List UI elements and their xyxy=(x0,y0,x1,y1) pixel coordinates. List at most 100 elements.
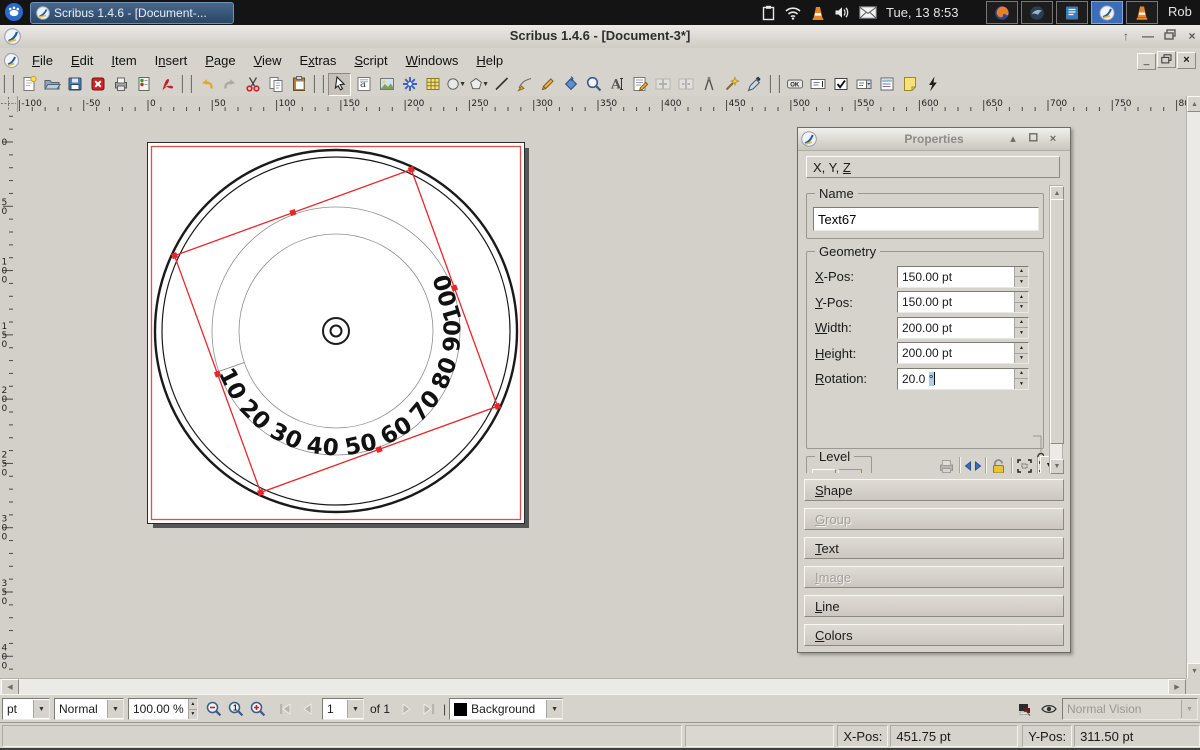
section-text[interactable]: Text xyxy=(804,537,1064,559)
horizontal-scrollbar[interactable]: ◀ ▶ xyxy=(0,678,1186,695)
zoom-in-button[interactable] xyxy=(248,699,268,719)
preview-mode-eye-icon[interactable] xyxy=(1039,699,1059,719)
toolbar-handle[interactable] xyxy=(769,75,780,93)
preflight-verifier-button[interactable] xyxy=(133,74,154,95)
paste-button[interactable] xyxy=(288,74,309,95)
zoom-tool-button[interactable] xyxy=(583,74,604,95)
palette-restore-button[interactable] xyxy=(1026,132,1040,146)
undo-button[interactable] xyxy=(196,74,217,95)
spin-buttons[interactable]: ▲▼ xyxy=(1014,369,1028,389)
copy-item-properties-button[interactable] xyxy=(721,74,742,95)
xpos-spinner[interactable]: 150.00 pt▲▼ xyxy=(897,266,1029,288)
properties-titlebar[interactable]: Properties ▴ × xyxy=(798,128,1070,151)
lock-object-icon[interactable] xyxy=(988,456,1009,473)
zoom-100-button[interactable]: 1 xyxy=(226,699,246,719)
more-options-dropdown[interactable]: ▼ xyxy=(1040,456,1049,473)
clock[interactable]: Tue, 13 8:53 xyxy=(886,5,959,20)
spin-buttons[interactable]: ▲▼ xyxy=(1014,267,1028,287)
height-spinner[interactable]: 200.00 pt▲▼ xyxy=(897,342,1029,364)
scroll-left-button[interactable]: ◀ xyxy=(1,679,19,695)
mdi-restore-button[interactable] xyxy=(1157,51,1176,68)
page-number-select[interactable]: 1 ▼ xyxy=(322,698,364,720)
firefox-launcher[interactable] xyxy=(986,1,1018,24)
horizontal-ruler[interactable]: -100-50050100150200250300350400450500550… xyxy=(0,96,1200,113)
pdf-list-box-button[interactable] xyxy=(876,74,897,95)
menu-page[interactable]: Page xyxy=(196,50,244,71)
scribus-launcher[interactable] xyxy=(1091,1,1123,24)
thunderbird-launcher[interactable] xyxy=(1021,1,1053,24)
toolbar-handle[interactable] xyxy=(181,75,192,93)
pdf-check-box-button[interactable] xyxy=(830,74,851,95)
edit-contents-button[interactable]: A xyxy=(606,74,627,95)
mdi-minimize-button[interactable]: _ xyxy=(1137,51,1156,70)
menu-script[interactable]: Script xyxy=(345,50,396,71)
story-editor-button[interactable] xyxy=(629,74,650,95)
printing-enabled-icon[interactable] xyxy=(936,456,957,473)
restore-window-button[interactable] xyxy=(1162,29,1178,44)
section-line[interactable]: Line xyxy=(804,595,1064,617)
insert-polygon-button[interactable]: ▼ xyxy=(468,74,489,95)
menu-insert[interactable]: Insert xyxy=(146,50,197,71)
rotate-item-button[interactable] xyxy=(560,74,581,95)
scroll-up-button[interactable]: ▲ xyxy=(1187,96,1200,112)
text-editor-launcher[interactable] xyxy=(1056,1,1088,24)
rotation-spinner[interactable]: 20.0 °▲▼ xyxy=(897,368,1029,390)
insert-text-frame-button[interactable]: a xyxy=(353,74,374,95)
next-page-button[interactable] xyxy=(397,699,417,719)
taskbar-scribus-task[interactable]: Scribus 1.4.6 - [Document-... xyxy=(30,2,234,24)
menu-help[interactable]: Help xyxy=(467,50,512,71)
select-item-button[interactable] xyxy=(328,73,351,96)
vlc-launcher[interactable] xyxy=(1126,1,1158,24)
first-page-button[interactable] xyxy=(275,699,295,719)
shade-window-button[interactable]: ↑ xyxy=(1118,29,1134,44)
measurements-button[interactable] xyxy=(698,74,719,95)
mdi-close-button[interactable]: × xyxy=(1177,51,1196,69)
scroll-down-button[interactable]: ▼ xyxy=(1187,663,1200,679)
flip-horizontal-icon[interactable] xyxy=(962,456,983,473)
palette-close-button[interactable]: × xyxy=(1046,132,1060,146)
section-shape[interactable]: Shape xyxy=(804,479,1064,501)
desktop-menu-icon[interactable] xyxy=(4,2,24,25)
ruler-origin-box[interactable] xyxy=(0,96,18,113)
scroll-right-button[interactable]: ▶ xyxy=(1168,679,1186,695)
window-titlebar[interactable]: Scribus 1.4.6 - [Document-3*] ↑ — × xyxy=(0,25,1200,49)
dropdown-arrow-icon[interactable]: ▼ xyxy=(482,81,489,88)
insert-image-frame-button[interactable] xyxy=(376,74,397,95)
insert-freehand-line-button[interactable] xyxy=(537,74,558,95)
menu-item[interactable]: Item xyxy=(102,50,145,71)
pdf-combo-box-button[interactable] xyxy=(853,74,874,95)
close-window-button[interactable]: × xyxy=(1184,29,1200,44)
new-document-button[interactable] xyxy=(18,74,39,95)
spin-buttons[interactable]: ▲▼ xyxy=(1014,292,1028,312)
properties-palette[interactable]: Properties ▴ × X, Y, Z Name Geometry X-P… xyxy=(797,127,1071,653)
palette-scroll-thumb[interactable] xyxy=(1050,199,1064,444)
unit-select[interactable]: pt ▼ xyxy=(2,698,50,720)
palette-scroll-down[interactable]: ▼ xyxy=(1050,459,1064,474)
volume-icon[interactable] xyxy=(834,5,850,20)
toolbar-handle[interactable] xyxy=(313,75,324,93)
cut-button[interactable] xyxy=(242,74,263,95)
width-spinner[interactable]: 200.00 pt▲▼ xyxy=(897,317,1029,339)
pdf-push-button-button[interactable]: OK xyxy=(784,74,805,95)
pdf-link-annotation-button[interactable] xyxy=(922,74,943,95)
object-name-input[interactable] xyxy=(813,207,1039,231)
document-page[interactable]: 102030405060708090100 xyxy=(147,142,525,524)
save-document-button[interactable] xyxy=(64,74,85,95)
pdf-text-annotation-button[interactable] xyxy=(899,74,920,95)
mail-icon[interactable] xyxy=(859,6,877,19)
vertical-ruler[interactable]: 050100150200250300350400 xyxy=(0,112,15,678)
quality-select[interactable]: Normal ▼ xyxy=(54,698,124,720)
export-pdf-button[interactable] xyxy=(156,74,177,95)
redo-button[interactable] xyxy=(219,74,240,95)
vlc-tray-icon[interactable] xyxy=(811,5,825,21)
wifi-icon[interactable] xyxy=(784,5,802,20)
eye-dropper-button[interactable] xyxy=(744,74,765,95)
vertical-scrollbar[interactable]: ▲ ▼ xyxy=(1186,96,1200,678)
insert-render-frame-button[interactable] xyxy=(399,74,420,95)
color-management-icon[interactable] xyxy=(1015,699,1035,719)
insert-shape-button[interactable]: ▼ xyxy=(445,74,466,95)
tab-xyz[interactable]: X, Y, Z xyxy=(806,156,1060,178)
raise-level-button[interactable] xyxy=(812,469,836,473)
zoom-out-button[interactable] xyxy=(204,699,224,719)
unlink-text-frames-button[interactable] xyxy=(675,74,696,95)
